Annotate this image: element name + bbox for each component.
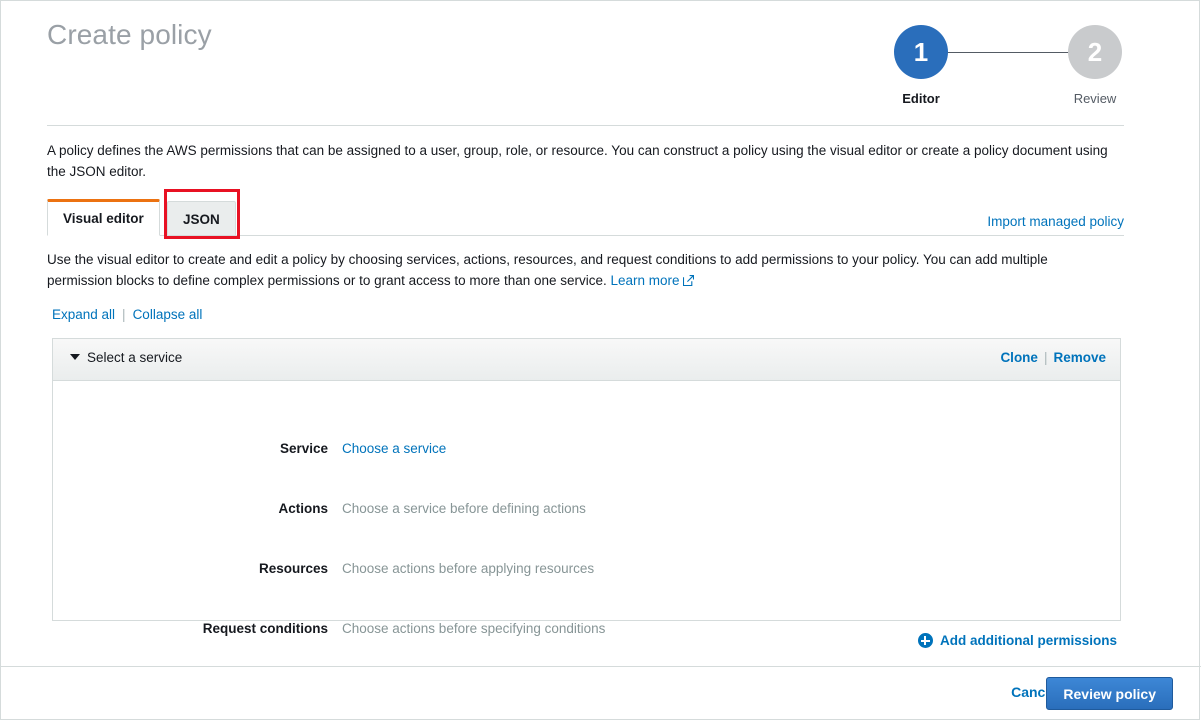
step-label: Review: [1067, 91, 1123, 106]
actions-placeholder-text: Choose a service before defining actions: [342, 501, 586, 516]
permission-block-body: Service Choose a service Actions Choose …: [53, 381, 1120, 621]
clone-link[interactable]: Clone: [1000, 350, 1038, 365]
helper-text: Use the visual editor to create and edit…: [47, 252, 1048, 288]
intro-paragraph: A policy defines the AWS permissions tha…: [47, 140, 1125, 182]
form-label-service: Service: [53, 441, 328, 456]
learn-more-link[interactable]: Learn more: [611, 273, 680, 288]
form-row-service: Service Choose a service: [53, 441, 1120, 461]
wizard-connector-line: [945, 52, 1073, 53]
choose-a-service-link[interactable]: Choose a service: [342, 441, 446, 456]
wizard-step-editor[interactable]: 1 Editor: [893, 25, 949, 106]
form-label-actions: Actions: [53, 501, 328, 516]
tab-json[interactable]: JSON: [167, 201, 236, 236]
import-managed-policy-link[interactable]: Import managed policy: [987, 214, 1124, 229]
step-label: Editor: [893, 91, 949, 106]
step-number-circle: 2: [1068, 25, 1122, 79]
resources-placeholder-text: Choose actions before applying resources: [342, 561, 594, 576]
remove-link[interactable]: Remove: [1053, 350, 1106, 365]
permission-block-header[interactable]: Select a service Clone | Remove: [53, 339, 1120, 381]
permission-block-panel: Select a service Clone | Remove Service Ch…: [52, 338, 1121, 621]
review-policy-button[interactable]: Review policy: [1046, 677, 1173, 710]
chevron-down-icon[interactable]: [70, 354, 80, 360]
editor-tabs: Visual editor JSON Import managed policy: [47, 194, 1124, 236]
add-additional-permissions-link[interactable]: Add additional permissions: [918, 633, 1117, 648]
create-policy-page: Create policy 1 Editor 2 Review A policy…: [0, 0, 1200, 720]
header-divider: [47, 125, 1124, 126]
add-additional-permissions-label: Add additional permissions: [940, 633, 1117, 648]
page-title: Create policy: [47, 19, 212, 51]
wizard-step-indicator: 1 Editor 2 Review: [893, 25, 1123, 115]
step-number-circle: 1: [894, 25, 948, 79]
plus-circle-icon: [918, 633, 933, 648]
form-row-actions: Actions Choose a service before defining…: [53, 501, 1120, 521]
form-row-resources: Resources Choose actions before applying…: [53, 561, 1120, 581]
permission-block-title-label: Select a service: [87, 350, 182, 365]
page-footer: Cancel Review policy: [1, 667, 1201, 721]
wizard-step-review[interactable]: 2 Review: [1067, 25, 1123, 106]
page-header: Create policy 1 Editor 2 Review: [1, 1, 1201, 125]
actions-separator: |: [1044, 350, 1048, 365]
permission-block-title[interactable]: Select a service: [70, 350, 182, 365]
tab-visual-editor[interactable]: Visual editor: [47, 199, 160, 236]
collapse-all-link[interactable]: Collapse all: [133, 307, 203, 322]
permission-block-actions: Clone | Remove: [1000, 350, 1106, 365]
form-label-request-conditions: Request conditions: [53, 621, 328, 636]
helper-paragraph: Use the visual editor to create and edit…: [47, 249, 1107, 291]
request-conditions-placeholder-text: Choose actions before specifying conditi…: [342, 621, 605, 636]
external-link-icon: [683, 271, 694, 282]
form-label-resources: Resources: [53, 561, 328, 576]
expand-collapse-separator: |: [122, 307, 126, 322]
expand-collapse-controls: Expand all | Collapse all: [52, 307, 202, 322]
expand-all-link[interactable]: Expand all: [52, 307, 115, 322]
